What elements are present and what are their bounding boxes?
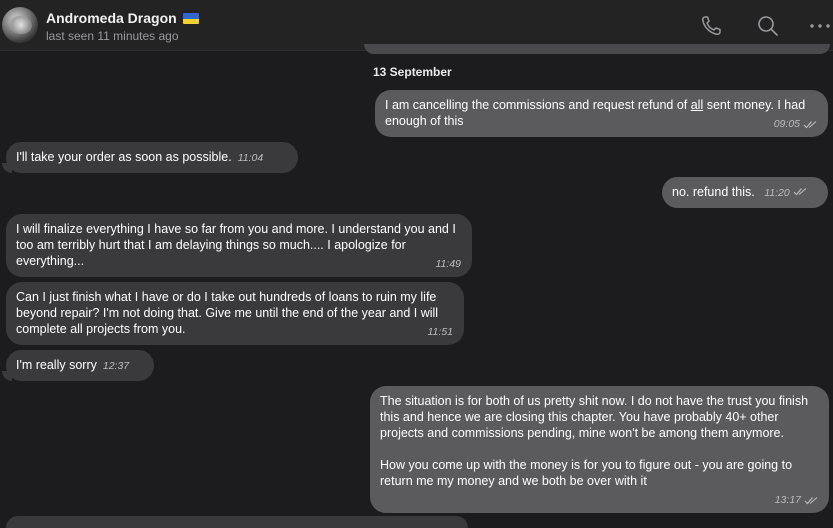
message-meta: 11:51 [428, 324, 454, 340]
message-time: 11:04 [237, 152, 264, 164]
bubble-tail [2, 163, 12, 173]
message-bubble-incoming[interactable]: Can I just finish what I have or do I ta… [6, 282, 464, 345]
message-time: 11:51 [427, 326, 454, 338]
bubble-tail [2, 371, 12, 381]
message-meta: 09:05 [774, 116, 817, 132]
message-text: I will finalize everything I have so far… [16, 222, 456, 268]
message-text: I'm really sorry [16, 358, 97, 372]
phone-icon[interactable] [698, 13, 724, 39]
ukraine-flag-icon [182, 13, 199, 24]
search-icon[interactable] [755, 13, 781, 39]
previous-message-stub [364, 44, 830, 54]
message-meta: 11:49 [436, 256, 462, 272]
message-bubble-outgoing[interactable]: The situation is for both of us pretty s… [370, 386, 829, 513]
message-text: I am cancelling the commissions and requ… [385, 98, 806, 128]
read-ticks-icon [804, 496, 818, 504]
last-seen-status: last seen 11 minutes ago [46, 29, 179, 43]
message-text: Can I just finish what I have or do I ta… [16, 290, 439, 336]
message-paragraph: The situation is for both of us pretty s… [380, 394, 809, 440]
message-bubble-outgoing[interactable]: I am cancelling the commissions and requ… [375, 90, 828, 137]
next-message-stub [6, 516, 468, 528]
message-bubble-outgoing[interactable]: no. refund this. 11:20 [662, 177, 828, 208]
contact-avatar[interactable] [2, 7, 38, 43]
read-ticks-icon [803, 120, 817, 128]
message-time: 09:05 [773, 118, 800, 130]
message-meta: 13:17 [775, 492, 818, 508]
message-bubble-incoming[interactable]: I'm really sorry 12:37 [6, 350, 154, 381]
message-time: 11:20 [764, 187, 790, 199]
date-separator: 13 September [364, 62, 461, 83]
message-time: 13:17 [774, 494, 801, 506]
message-text: no. refund this. [672, 185, 755, 199]
message-text: I'll take your order as soon as possible… [16, 150, 232, 164]
message-time: 12:37 [102, 360, 130, 372]
contact-name[interactable]: Andromeda Dragon [46, 10, 177, 26]
more-icon[interactable] [808, 13, 833, 39]
read-ticks-icon [793, 188, 806, 196]
message-bubble-incoming[interactable]: I will finalize everything I have so far… [6, 214, 472, 277]
contact-name-row[interactable]: Andromeda Dragon [46, 10, 199, 26]
message-bubble-incoming[interactable]: I'll take your order as soon as possible… [6, 142, 298, 173]
message-paragraph: How you come up with the money is for yo… [380, 458, 793, 488]
message-time: 11:49 [435, 258, 462, 270]
message-meta: 11:20 [764, 185, 806, 201]
